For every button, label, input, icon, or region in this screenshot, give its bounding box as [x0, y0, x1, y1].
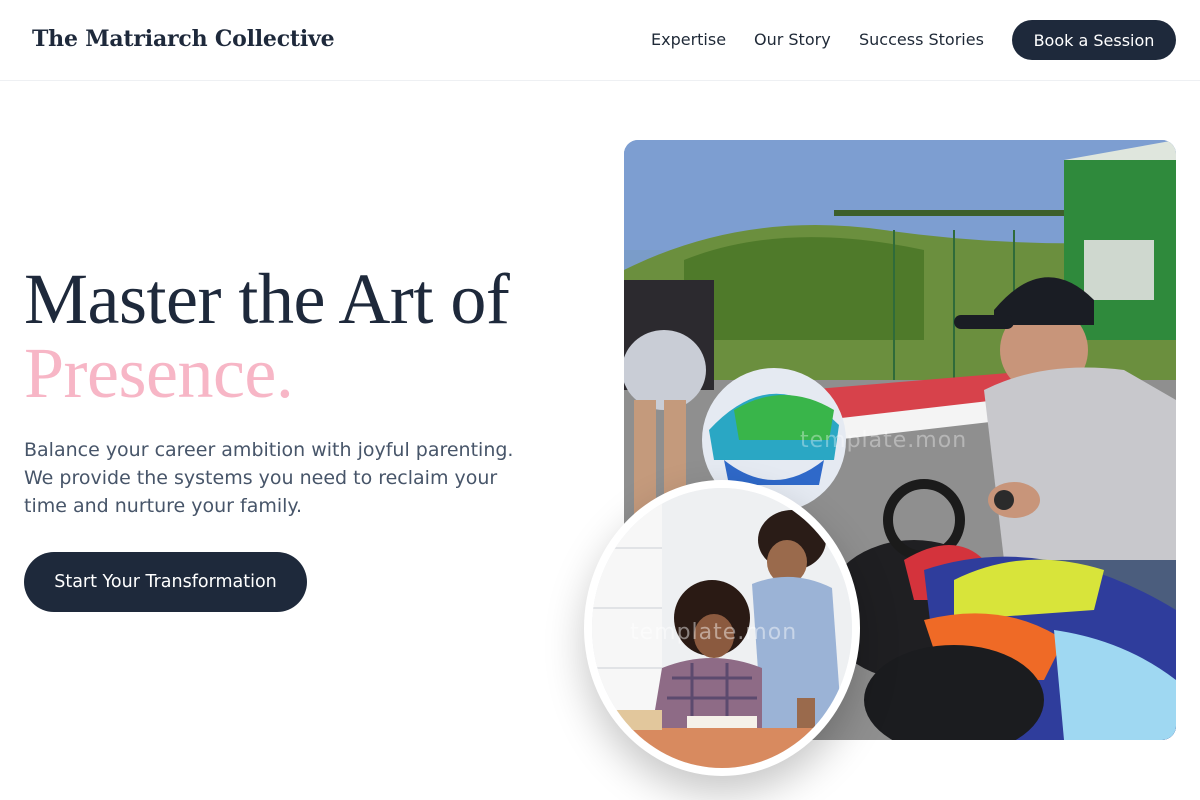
studying-illustration — [592, 488, 852, 768]
book-session-button[interactable]: Book a Session — [1012, 20, 1176, 60]
start-transformation-button[interactable]: Start Your Transformation — [24, 552, 307, 612]
hero-description: Balance your career ambition with joyful… — [24, 439, 514, 517]
brand-logo[interactable]: The Matriarch Collective — [32, 26, 335, 52]
secondary-hero-image — [584, 480, 860, 776]
hero-title: Master the Art of Presence. — [24, 259, 510, 413]
hero-title-accent: Presence. — [24, 333, 294, 413]
site-header: The Matriarch Collective Expertise Our S… — [0, 0, 1200, 81]
nav-link-success-stories[interactable]: Success Stories — [859, 30, 984, 49]
nav-link-expertise[interactable]: Expertise — [651, 30, 726, 49]
nav-link-our-story[interactable]: Our Story — [754, 30, 831, 49]
hero-title-line1: Master the Art of — [24, 259, 510, 339]
